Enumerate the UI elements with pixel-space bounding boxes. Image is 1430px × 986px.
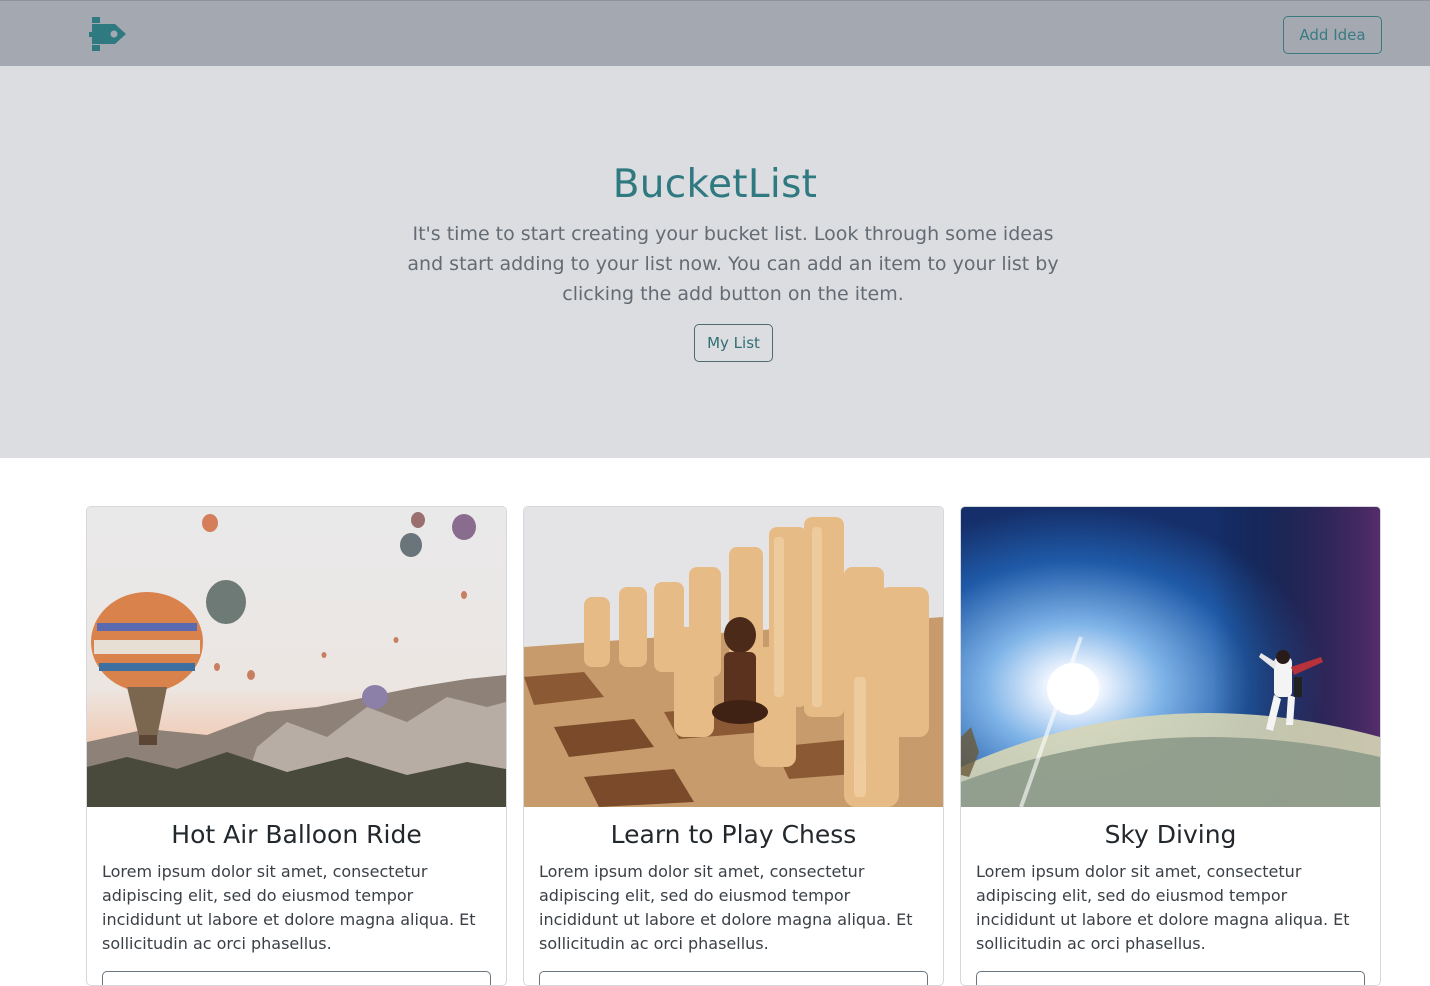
add-to-list-button[interactable] [976, 971, 1365, 985]
navbar: Add Idea [0, 0, 1430, 66]
idea-card: Sky Diving Lorem ipsum dolor sit amet, c… [960, 506, 1381, 986]
page-title: BucketList [612, 162, 818, 207]
card-text: Lorem ipsum dolor sit amet, consectetur … [539, 862, 913, 953]
card-title: Learn to Play Chess [610, 820, 857, 849]
hot-air-balloon-image [87, 507, 506, 807]
hero-section: BucketList It's time to start creating y… [0, 66, 1430, 458]
add-idea-button[interactable]: Add Idea [1283, 16, 1382, 54]
hero-description: It's time to start creating your bucket … [407, 223, 1059, 305]
card-text: Lorem ipsum dolor sit amet, consectetur … [102, 862, 476, 953]
card-title: Hot Air Balloon Ride [171, 820, 422, 849]
chess-image [524, 507, 943, 807]
idea-card: Learn to Play Chess Lorem ipsum dolor si… [523, 506, 944, 986]
my-list-button[interactable]: My List [694, 324, 773, 362]
sky-diving-image [961, 507, 1380, 807]
add-to-list-button[interactable] [539, 971, 928, 985]
card-text: Lorem ipsum dolor sit amet, consectetur … [976, 862, 1350, 953]
rocket-logo-icon[interactable] [89, 15, 129, 53]
card-title: Sky Diving [1104, 820, 1237, 849]
idea-card: Hot Air Balloon Ride Lorem ipsum dolor s… [86, 506, 507, 986]
add-to-list-button[interactable] [102, 971, 491, 985]
